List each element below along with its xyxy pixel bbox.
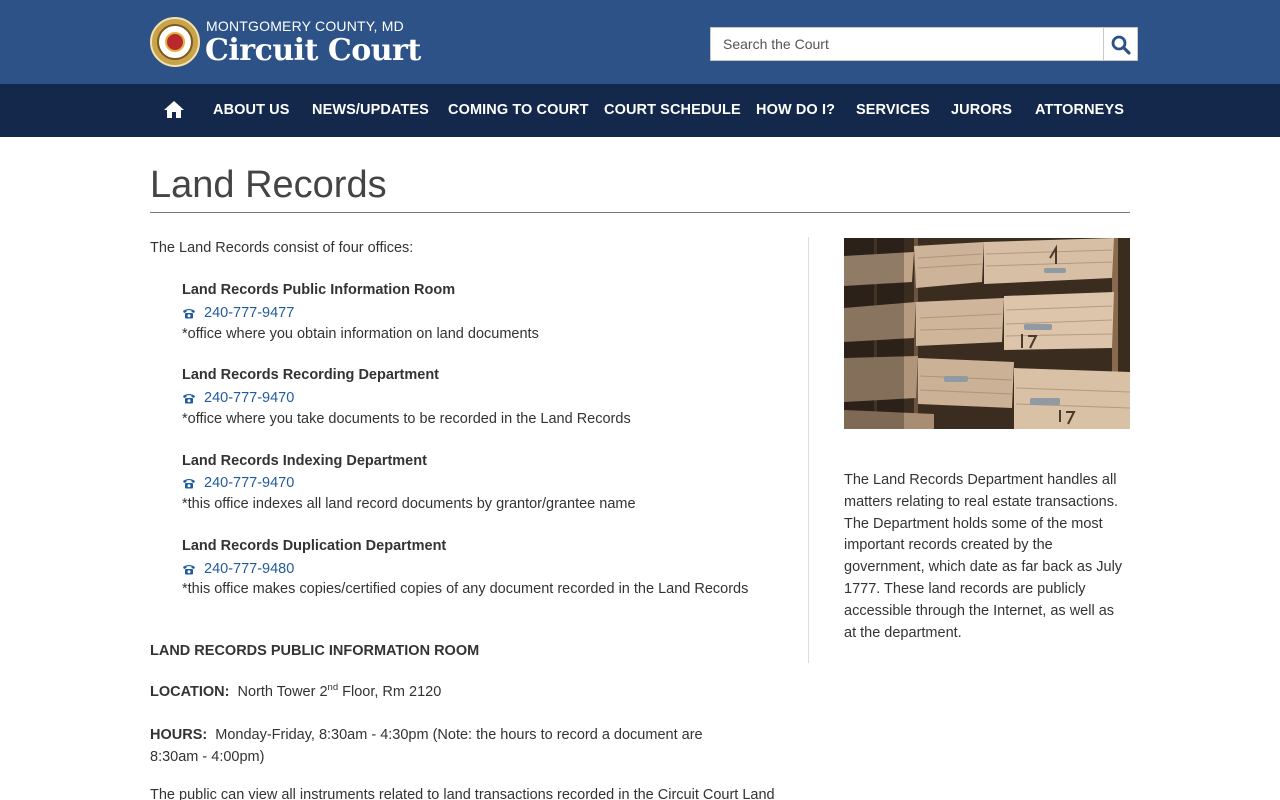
phone-link[interactable]: 240-777-9470 [204,475,294,491]
nav-court-schedule[interactable]: COURT SCHEDULE [604,84,741,137]
intro-text: The Land Records consist of four offices… [150,240,414,256]
telephone-icon [183,565,195,575]
nav-coming-to-court[interactable]: COMING TO COURT [448,84,589,137]
office-phone: 240-777-9477 [182,303,294,323]
partial-paragraph: The public can view all instruments rela… [150,787,775,800]
county-seal-logo[interactable] [150,17,200,67]
site-header: MONTGOMERY COUNTY, MD Circuit Court [0,0,1280,84]
seal-ring [157,24,193,60]
home-icon [164,101,184,118]
search-button[interactable] [1103,27,1138,61]
office-note: *office where you obtain information on … [182,326,539,342]
office-phone: 240-777-9470 [182,388,294,408]
office-note: *office where you take documents to be r… [182,411,631,427]
location-sup: nd [327,682,339,694]
location-post: Floor, Rm 2120 [338,684,442,700]
binders-image [844,238,1130,429]
telephone-icon [183,394,195,404]
phone-link[interactable]: 240-777-9477 [204,305,294,321]
main-nav: ABOUT US NEWS/UPDATES COMING TO COURT CO… [0,84,1280,137]
magnifier-icon [1111,35,1131,55]
phone-link[interactable]: 240-777-9480 [204,561,294,577]
site-title[interactable]: Circuit Court [205,32,421,70]
hours-text: Monday-Friday, 8:30am - 4:30pm (Note: th… [150,727,703,765]
nav-how-do-i[interactable]: HOW DO I? [756,84,835,137]
page-title: Land Records [150,164,387,206]
seal-core [165,32,185,52]
nav-jurors[interactable]: JURORS [951,84,1012,137]
office-phone: 240-777-9470 [182,473,294,493]
office-note: *this office makes copies/certified copi… [182,581,749,597]
location-pre: North Tower 2 [237,684,328,700]
location-label: LOCATION: [150,684,230,700]
location-line: LOCATION: North Tower 2nd Floor, Rm 2120 [150,681,441,703]
office-name: Land Records Indexing Department [182,453,427,469]
nav-services[interactable]: SERVICES [856,84,930,137]
office-name: Land Records Public Information Room [182,282,456,298]
sidebar-description: The Land Records Department handles all … [844,472,1123,641]
nav-attorneys[interactable]: ATTORNEYS [1035,84,1124,137]
nav-home[interactable] [163,100,185,120]
telephone-icon [183,309,195,319]
search-input[interactable] [710,27,1104,61]
telephone-icon [183,479,195,489]
office-name: Land Records Duplication Department [182,538,447,554]
hours-line: HOURS: Monday-Friday, 8:30am - 4:30pm (N… [150,724,750,768]
nav-news-updates[interactable]: NEWS/UPDATES [312,84,429,137]
phone-link[interactable]: 240-777-9470 [204,390,294,406]
office-name: Land Records Recording Department [182,367,440,383]
office-phone: 240-777-9480 [182,559,294,579]
hours-label: HOURS: [150,727,208,743]
column-divider [808,237,809,663]
title-divider [150,212,1130,213]
nav-about-us[interactable]: ABOUT US [213,84,290,137]
office-note: *this office indexes all land record doc… [182,496,636,512]
land-records-photo [844,238,1130,429]
section-heading: LAND RECORDS PUBLIC INFORMATION ROOM [150,643,480,659]
